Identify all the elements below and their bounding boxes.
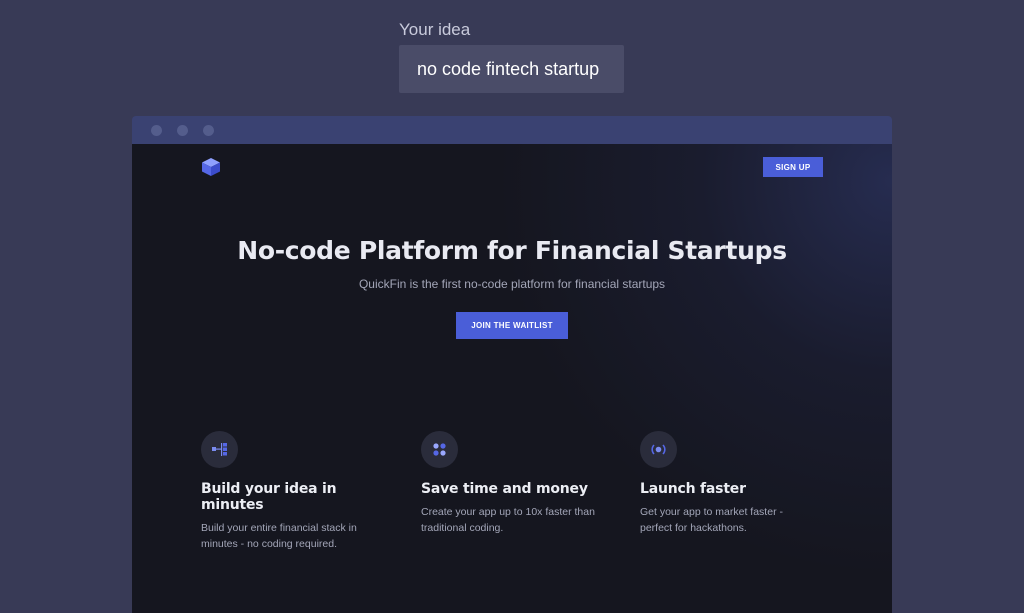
site-preview: SIGN UP No-code Platform for Financial S…	[132, 144, 892, 613]
flow-blocks-icon	[201, 431, 238, 468]
feature-description: Build your entire financial stack in min…	[201, 522, 357, 550]
window-dot-1	[151, 125, 162, 136]
idea-prompt-label: Your idea	[399, 20, 471, 39]
feature-title: Launch faster	[640, 481, 746, 497]
dots-grid-icon	[421, 431, 458, 468]
feature-card: Save time and money Create your app up t…	[421, 431, 601, 536]
feature-card: Build your idea in minutes Build your en…	[201, 431, 381, 552]
sign-up-button[interactable]: SIGN UP	[763, 157, 823, 177]
window-dot-3	[203, 125, 214, 136]
idea-input[interactable]: no code fintech startup	[399, 45, 624, 93]
cube-logo-icon[interactable]	[201, 157, 221, 177]
hero-title: No-code Platform for Financial Startups	[237, 236, 787, 265]
radio-signal-icon	[640, 431, 677, 468]
browser-titlebar	[132, 116, 892, 144]
feature-description: Create your app up to 10x faster than tr…	[421, 506, 595, 534]
feature-card: Launch faster Get your app to market fas…	[640, 431, 820, 536]
hero-subtitle: QuickFin is the first no-code platform f…	[358, 277, 666, 291]
feature-title: Build your idea in minutes	[201, 481, 337, 513]
join-waitlist-button[interactable]: JOIN THE WAITLIST	[456, 312, 568, 339]
feature-title: Save time and money	[421, 481, 588, 497]
browser-window: SIGN UP No-code Platform for Financial S…	[132, 116, 892, 613]
window-dot-2	[177, 125, 188, 136]
feature-description: Get your app to market faster - perfect …	[640, 506, 783, 534]
